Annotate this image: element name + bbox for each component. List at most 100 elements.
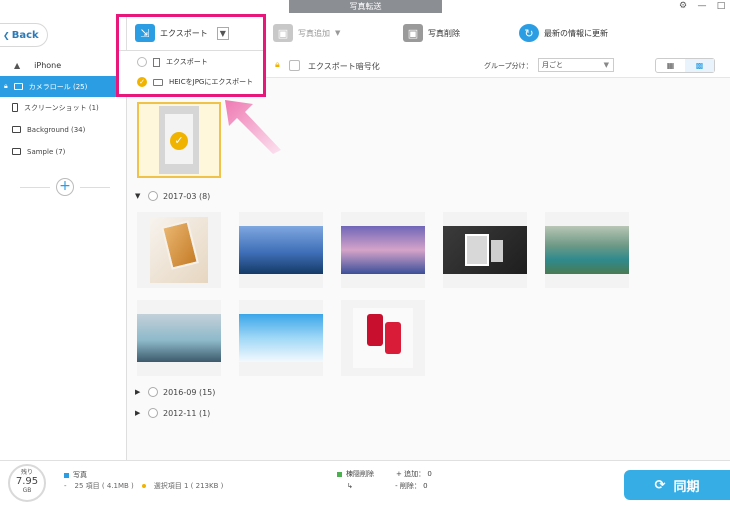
group-by-label: グループ分け： <box>484 62 533 70</box>
storage-unit: GB <box>22 487 32 494</box>
storage-value: 7.95 <box>15 476 39 487</box>
minimize-icon[interactable]: — <box>697 1 707 11</box>
blue-square-icon <box>64 472 69 478</box>
refresh-label: 最新の情報に更新 <box>544 28 608 38</box>
group-checkbox[interactable] <box>148 387 158 397</box>
add-photo-button[interactable]: ▣ 写真追加 ▼ <box>273 24 340 42</box>
return-arrow-icon: ↳ <box>347 482 353 490</box>
delete-photo-label: 写真削除 <box>428 28 460 38</box>
sidebar-item-label: Background (34) <box>27 125 86 134</box>
yellow-dot-icon <box>141 484 146 488</box>
sidebar-item-sample[interactable]: Sample (7) <box>0 141 126 162</box>
menu-item-export[interactable]: エクスポート <box>119 53 263 71</box>
screenshot-image: ✓ <box>159 106 199 174</box>
back-button[interactable]: ❮ Back <box>0 23 48 47</box>
ipad-photo <box>150 217 208 283</box>
photo-thumbnail[interactable] <box>545 212 629 288</box>
pier-photo <box>137 314 221 362</box>
chevron-down-icon[interactable]: ▼ <box>335 29 340 37</box>
legend-delete: 楝隠削除 <box>337 469 374 479</box>
device-name: iPhone <box>34 60 62 70</box>
storage-label: 残り <box>20 469 33 476</box>
category-label: 写真 <box>73 471 87 479</box>
pointer-arrow-icon <box>225 100 281 154</box>
photo-thumbnail[interactable] <box>341 300 425 376</box>
add-photo-icon: ▣ <box>273 24 293 42</box>
group-checkbox[interactable] <box>148 191 158 201</box>
export-dropdown-highlight: エクスポート ✓ HEICをJPGにエクスポート <box>116 14 266 97</box>
check-icon: ✓ <box>137 77 147 87</box>
ipad-dark-photo <box>443 226 527 274</box>
menu-item-label: エクスポート <box>166 58 208 66</box>
encrypt-label: エクスポート暗号化 <box>308 62 380 71</box>
legend-add: + 追加： 0 <box>396 470 432 478</box>
sidebar-item-screenshots[interactable]: スクリーンショット (1) <box>0 97 126 118</box>
red-iphone-photo <box>353 308 413 368</box>
selected-stat: 選択項目 1 ( 213KB ) <box>153 482 224 490</box>
items-stat: 25 項目 ( 4.1MB ) <box>74 482 134 490</box>
lake-photo <box>545 226 629 274</box>
image-icon <box>12 148 21 155</box>
lock-icon: 🔒︎ <box>275 60 280 70</box>
category-label-row: 写真 <box>64 470 87 480</box>
back-label: Back <box>11 29 39 41</box>
lock-icon: 🔒︎ <box>4 82 8 90</box>
group-by-select[interactable]: 月ごと ▼ <box>538 58 614 72</box>
small-grid-icon[interactable]: ▩ <box>685 59 714 72</box>
group-header[interactable]: ▼ 2017-03 (8) <box>135 191 210 201</box>
sky-photo <box>239 314 323 362</box>
maximize-icon[interactable]: □ <box>716 1 726 11</box>
refresh-button[interactable]: ↻ 最新の情報に更新 <box>519 24 608 42</box>
photo-grid: ✓ ▼ 2017-03 (8) ▶ 2016-09 (15) ▶ 2012-11… <box>127 78 730 460</box>
window-controls: ⚙ — □ <box>678 1 726 11</box>
dash-icon: - <box>64 482 67 490</box>
sidebar-item-label: スクリーンショット (1) <box>24 103 99 112</box>
photo-thumbnail[interactable] <box>137 212 221 288</box>
chevron-left-icon: ❮ <box>3 30 10 40</box>
menu-item-label: HEICをJPGにエクスポート <box>169 78 254 86</box>
encrypt-checkbox[interactable] <box>289 60 300 71</box>
legend-row: 楝隠削除 + 追加： 0 <box>337 469 432 479</box>
group-header[interactable]: ▶ 2016-09 (15) <box>135 387 215 397</box>
photo-thumbnail[interactable] <box>239 300 323 376</box>
photo-thumbnail[interactable] <box>137 300 221 376</box>
photo-thumbnail[interactable] <box>239 212 323 288</box>
sync-icon: ⟳ <box>654 477 666 493</box>
green-square-icon <box>337 471 342 477</box>
title-bar: 写真転送 ⚙ — □ <box>0 0 730 14</box>
sidebar-item-label: Sample (7) <box>27 147 66 156</box>
menu-item-heic-to-jpg[interactable]: ✓ HEICをJPGにエクスポート <box>119 73 263 91</box>
delete-photo-button[interactable]: ▣ 写真削除 <box>403 24 460 42</box>
add-photo-label: 写真追加 <box>298 28 330 38</box>
add-album-button[interactable]: + <box>56 178 74 196</box>
divider <box>80 186 110 188</box>
device-header[interactable]: ▲ iPhone <box>0 55 126 75</box>
storage-indicator: 残り 7.95 GB <box>8 464 46 502</box>
triangle-right-icon: ▶ <box>135 388 141 396</box>
sync-label: 同期 <box>673 479 700 495</box>
check-icon: ✓ <box>170 132 188 150</box>
photo-thumbnail[interactable] <box>341 212 425 288</box>
sync-button[interactable]: ⟳ 同期 <box>624 470 730 500</box>
export-dropdown-menu: エクスポート ✓ HEICをJPGにエクスポート <box>119 50 263 94</box>
group-checkbox[interactable] <box>148 408 158 418</box>
status-footer: 残り 7.95 GB 写真 - 25 項目 ( 4.1MB ) 選択項目 1 (… <box>0 460 730 510</box>
sidebar-item-camera-roll[interactable]: 🔒︎ カメラロール (25) <box>0 76 126 97</box>
delete-photo-icon: ▣ <box>403 24 423 42</box>
triangle-down-icon: ▼ <box>135 192 141 200</box>
photo-thumbnail-selected[interactable]: ✓ <box>137 102 221 178</box>
triangle-right-icon: ▶ <box>135 409 141 417</box>
view-toggle: ▦ ▩ <box>655 58 715 73</box>
photo-thumbnail[interactable] <box>443 212 527 288</box>
sidebar-item-background[interactable]: Background (34) <box>0 119 126 140</box>
group-header[interactable]: ▶ 2012-11 (1) <box>135 408 210 418</box>
triangle-icon: ▲ <box>14 60 21 70</box>
add-album-row: + <box>20 178 110 196</box>
settings-icon[interactable]: ⚙ <box>678 1 688 11</box>
document-icon <box>153 57 160 67</box>
large-grid-icon[interactable]: ▦ <box>656 59 685 72</box>
refresh-icon: ↻ <box>519 24 539 42</box>
divider <box>20 186 50 188</box>
group-label: 2012-11 (1) <box>163 408 211 418</box>
camera-icon <box>13 83 23 90</box>
